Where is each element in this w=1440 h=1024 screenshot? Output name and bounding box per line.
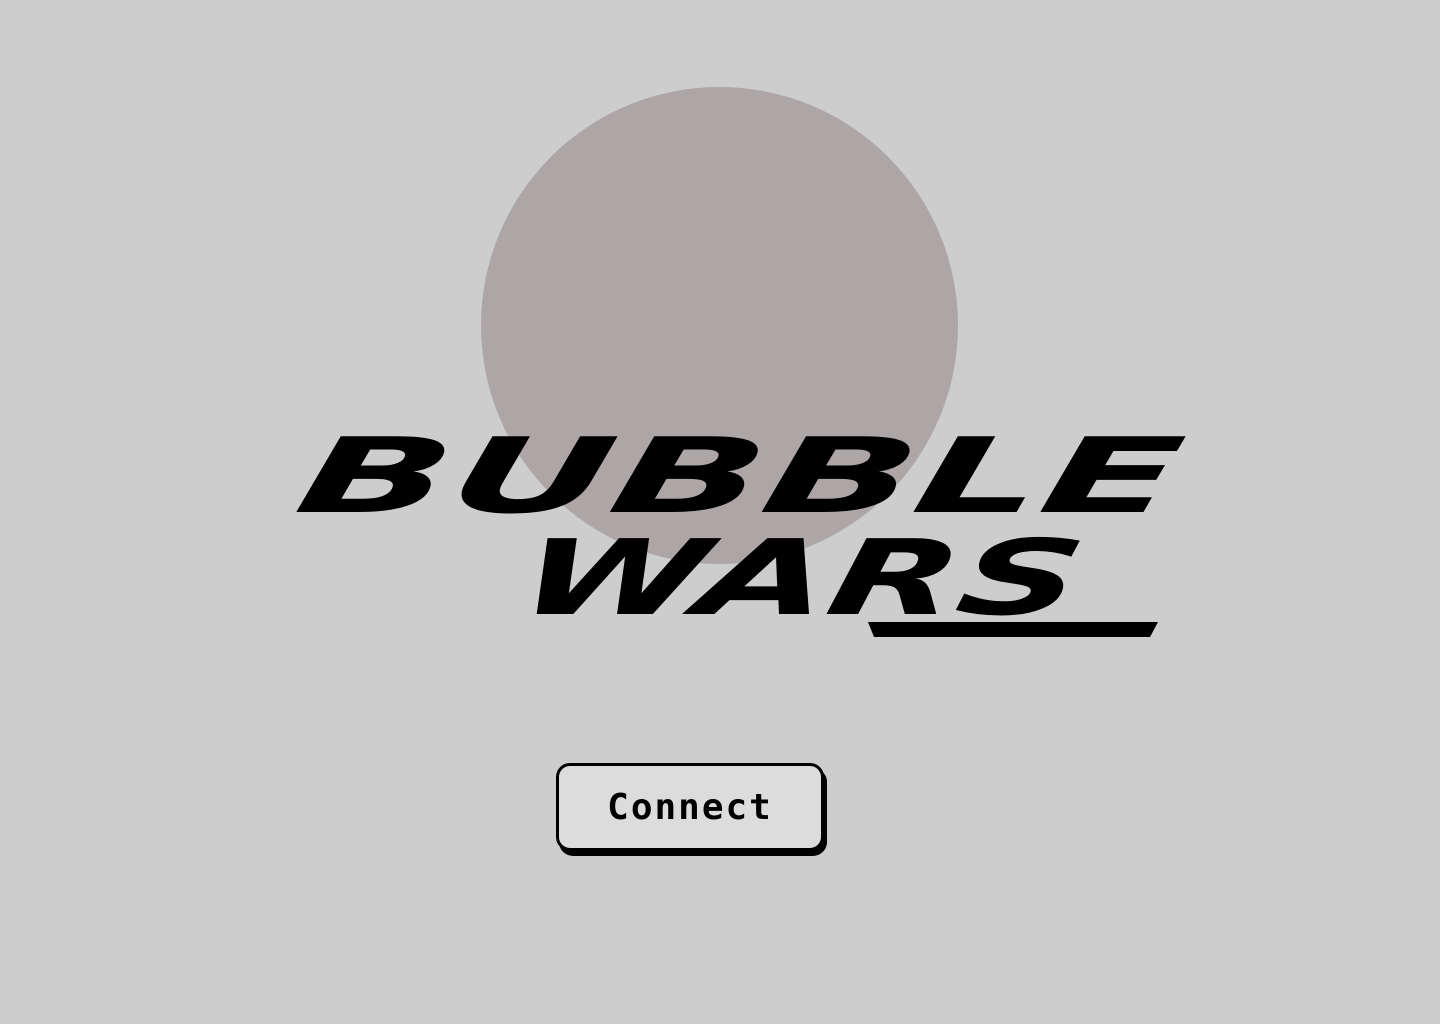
logo-title-line2: WARS xyxy=(508,517,1094,639)
connect-button-label: Connect xyxy=(607,786,773,828)
logo-underline-swoosh xyxy=(868,622,1158,637)
game-logo: BUBBLE WARS xyxy=(287,415,1193,639)
connect-button[interactable]: Connect xyxy=(556,763,824,851)
